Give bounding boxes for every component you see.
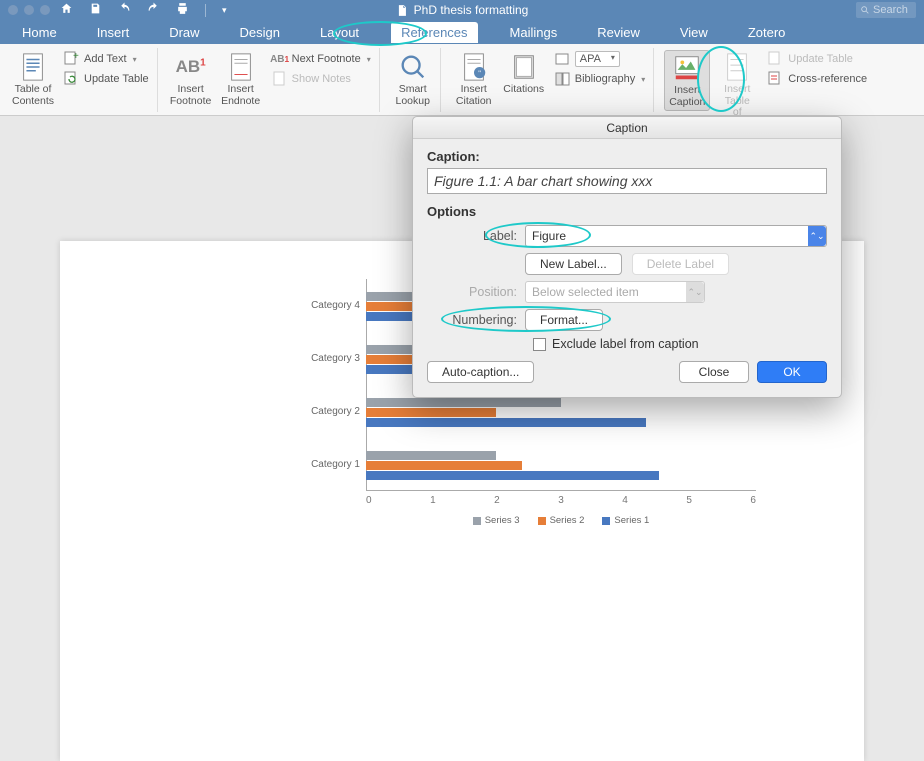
tab-mailings[interactable]: Mailings xyxy=(502,23,566,42)
delete-label-button: Delete Label xyxy=(632,253,729,275)
chevron-down-icon: ⌃⌄ xyxy=(686,282,704,302)
show-notes-button[interactable]: Show Notes xyxy=(268,70,375,88)
figures-list-icon xyxy=(722,52,752,82)
home-icon[interactable] xyxy=(60,2,73,18)
chevron-down-icon: ⌃⌄ xyxy=(808,226,826,246)
document-list-icon xyxy=(18,52,48,82)
category-label: Category 1 xyxy=(304,459,360,470)
tab-references[interactable]: References xyxy=(391,22,477,43)
category-label: Category 2 xyxy=(304,406,360,417)
tab-layout[interactable]: Layout xyxy=(312,23,367,42)
position-select: Below selected item⌃⌄ xyxy=(525,281,705,303)
citation-icon: " xyxy=(459,52,489,82)
endnote-icon xyxy=(226,52,256,82)
x-tick: 3 xyxy=(558,495,564,506)
bibliography-button[interactable]: Bibliography▾ xyxy=(551,70,650,88)
tab-home[interactable]: Home xyxy=(14,23,65,42)
x-tick: 0 xyxy=(366,495,372,506)
insert-citation-button[interactable]: " Insert Citation xyxy=(451,50,497,109)
bibliography-icon xyxy=(555,71,571,87)
auto-caption-button[interactable]: Auto-caption... xyxy=(427,361,534,383)
traffic-lights[interactable] xyxy=(8,5,50,15)
category-label: Category 4 xyxy=(304,300,360,311)
close-button[interactable]: Close xyxy=(679,361,749,383)
bar xyxy=(366,451,496,460)
category-label: Category 3 xyxy=(304,353,360,364)
toc-button[interactable]: Table of Contents xyxy=(10,50,56,109)
format-button[interactable]: Format... xyxy=(525,309,603,331)
exclude-label: Exclude label from caption xyxy=(552,337,699,351)
x-tick: 6 xyxy=(750,495,756,506)
footnote-icon: AB1 xyxy=(176,52,206,82)
save-icon[interactable] xyxy=(89,2,102,18)
print-icon[interactable] xyxy=(176,2,189,18)
bar xyxy=(366,398,561,407)
options-label: Options xyxy=(427,204,827,219)
bar xyxy=(366,471,659,480)
add-text-button[interactable]: +Add Text▾ xyxy=(60,50,153,68)
magnifier-icon xyxy=(398,52,428,82)
tab-view[interactable]: View xyxy=(672,23,716,42)
cross-ref-icon xyxy=(768,71,784,87)
x-tick: 4 xyxy=(622,495,628,506)
legend-item: Series 1 xyxy=(602,515,649,526)
chevron-down-icon[interactable]: ▾ xyxy=(222,5,227,16)
insert-caption-button[interactable]: Insert Caption xyxy=(664,50,710,111)
tab-draw[interactable]: Draw xyxy=(161,23,207,42)
notes-icon xyxy=(272,71,288,87)
svg-text:": " xyxy=(478,68,481,77)
update-table-button[interactable]: Update Table xyxy=(60,70,153,88)
quick-access: ▾ xyxy=(60,2,227,18)
x-tick: 2 xyxy=(494,495,500,506)
smart-lookup-button[interactable]: Smart Lookup xyxy=(390,50,436,109)
legend-item: Series 2 xyxy=(538,515,585,526)
caption-label: Caption: xyxy=(427,149,827,164)
numbering-field-label: Numbering: xyxy=(427,313,517,327)
refresh-table-icon xyxy=(64,71,80,87)
ok-button[interactable]: OK xyxy=(757,361,827,383)
caption-dialog: Caption Caption: Options Label: Figure⌃⌄… xyxy=(412,116,842,398)
document-title: PhD thesis formatting xyxy=(396,3,529,17)
ribbon: Table of Contents +Add Text▾ Update Tabl… xyxy=(0,44,924,116)
bar xyxy=(366,408,496,417)
refresh-icon xyxy=(768,51,784,67)
svg-text:+: + xyxy=(73,51,79,62)
exclude-checkbox[interactable] xyxy=(533,338,546,351)
x-tick: 1 xyxy=(430,495,436,506)
insert-endnote-button[interactable]: Insert Endnote xyxy=(218,50,264,109)
bar xyxy=(366,461,522,470)
tab-review[interactable]: Review xyxy=(589,23,648,42)
insert-footnote-button[interactable]: AB1 Insert Footnote xyxy=(168,50,214,109)
undo-icon[interactable] xyxy=(118,2,131,18)
citations-button[interactable]: Citations xyxy=(501,50,547,98)
bar xyxy=(366,418,646,427)
style-icon xyxy=(555,51,571,67)
label-field-label: Label: xyxy=(427,229,517,243)
next-footnote-icon: AB1 xyxy=(272,51,288,67)
search-input[interactable]: Search xyxy=(856,2,916,18)
new-label-button[interactable]: New Label... xyxy=(525,253,622,275)
position-field-label: Position: xyxy=(427,285,517,299)
cross-reference-button[interactable]: Cross-reference xyxy=(764,70,871,88)
tab-insert[interactable]: Insert xyxy=(89,23,138,42)
tab-zotero[interactable]: Zotero xyxy=(740,23,794,42)
plus-text-icon: + xyxy=(64,51,80,67)
redo-icon[interactable] xyxy=(147,2,160,18)
dialog-title: Caption xyxy=(413,117,841,139)
book-icon xyxy=(509,52,539,82)
next-footnote-button[interactable]: AB1Next Footnote▾ xyxy=(268,50,375,68)
style-select[interactable]: APA▾ xyxy=(551,50,650,68)
image-caption-icon xyxy=(672,53,702,83)
update-table2-button[interactable]: Update Table xyxy=(764,50,871,68)
ribbon-tabs: Home Insert Draw Design Layout Reference… xyxy=(0,20,924,44)
titlebar: ▾ PhD thesis formatting Search xyxy=(0,0,924,20)
tab-design[interactable]: Design xyxy=(232,23,288,42)
label-select[interactable]: Figure⌃⌄ xyxy=(525,225,827,247)
x-tick: 5 xyxy=(686,495,692,506)
legend-item: Series 3 xyxy=(473,515,520,526)
caption-input[interactable] xyxy=(427,168,827,194)
